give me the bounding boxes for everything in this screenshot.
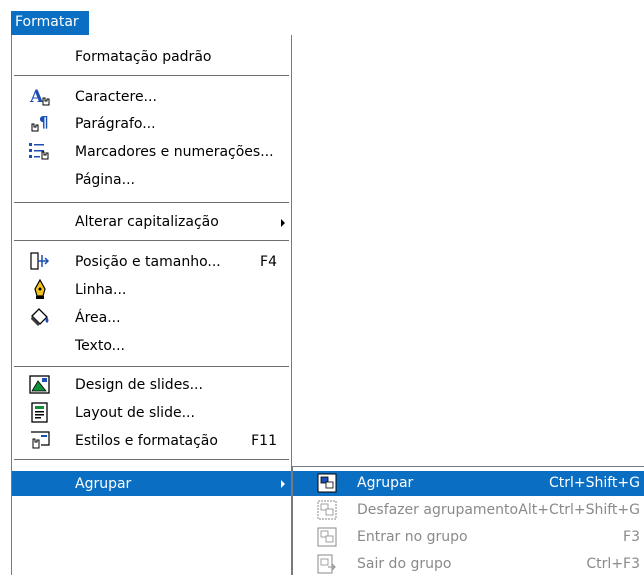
menu-format-label: Formatar <box>15 14 79 30</box>
submenu-item-shortcut: Alt+Ctrl+Shift+G <box>518 502 640 518</box>
menu-item-label: Marcadores e numerações... <box>75 144 274 160</box>
menu-item-label: Posição e tamanho... <box>75 254 221 270</box>
submenu-item-enter-group[interactable]: Entrar no grupo F3 <box>293 525 644 550</box>
menu-item-label: Linha... <box>75 282 127 298</box>
group-icon <box>317 473 337 493</box>
submenu-item-label: Agrupar <box>357 475 414 491</box>
submenu-item-label: Entrar no grupo <box>357 529 468 545</box>
menu-item-default-formatting[interactable]: Formatação padrão <box>12 45 291 69</box>
styles-formatting-icon <box>28 429 52 453</box>
menu-separator <box>14 75 289 76</box>
exit-group-icon <box>317 554 337 574</box>
submenu-arrow-icon <box>281 219 285 227</box>
menu-format[interactable]: Formatar <box>11 11 89 35</box>
format-menu: Formatação padrão A Caractere... ¶ Parág… <box>11 35 292 575</box>
menu-item-label: Design de slides... <box>75 377 203 393</box>
menu-item-label: Formatação padrão <box>75 49 212 65</box>
menu-item-label: Estilos e formatação <box>75 433 218 449</box>
submenu-item-exit-group[interactable]: Sair do grupo Ctrl+F3 <box>293 552 644 575</box>
menu-item-area[interactable]: Área... <box>12 306 291 330</box>
menu-separator <box>14 366 289 367</box>
menu-item-label: Caractere... <box>75 89 157 105</box>
group-submenu: Agrupar Ctrl+Shift+G Desfazer agrupament… <box>292 466 644 575</box>
menu-item-change-case[interactable]: Alterar capitalização <box>12 210 291 234</box>
menu-item-page[interactable]: Página... <box>12 168 291 192</box>
svg-text:A: A <box>29 87 44 107</box>
submenu-item-ungroup[interactable]: Desfazer agrupamento Alt+Ctrl+Shift+G <box>293 498 644 523</box>
submenu-item-shortcut: Ctrl+F3 <box>586 556 640 572</box>
submenu-item-label: Sair do grupo <box>357 556 452 572</box>
svg-text:¶: ¶ <box>39 113 49 131</box>
menu-item-label: Página... <box>75 172 135 188</box>
menu-item-slide-design[interactable]: Design de slides... <box>12 373 291 397</box>
menu-item-shortcut: F11 <box>251 433 277 449</box>
menu-item-shortcut: F4 <box>260 254 277 270</box>
menu-separator <box>14 459 289 460</box>
slide-design-icon <box>28 373 52 397</box>
submenu-arrow-icon <box>281 480 285 488</box>
character-icon: A <box>28 85 52 109</box>
menu-item-position-size[interactable]: Posição e tamanho... F4 <box>12 250 291 274</box>
position-size-icon <box>28 250 52 274</box>
menu-item-label: Parágrafo... <box>75 116 156 132</box>
submenu-item-label: Desfazer agrupamento <box>357 502 519 518</box>
menu-item-line[interactable]: Linha... <box>12 278 291 302</box>
ungroup-icon <box>317 500 337 520</box>
enter-group-icon <box>317 527 337 547</box>
menu-separator <box>14 240 289 241</box>
menu-item-text[interactable]: Texto... <box>12 334 291 358</box>
submenu-item-shortcut: Ctrl+Shift+G <box>548 475 640 491</box>
paragraph-icon: ¶ <box>28 112 52 136</box>
slide-layout-icon <box>28 401 52 425</box>
menu-item-label: Alterar capitalização <box>75 214 219 230</box>
menu-item-bullets-numbering[interactable]: Marcadores e numerações... <box>12 140 291 164</box>
submenu-item-group[interactable]: Agrupar Ctrl+Shift+G <box>293 471 644 496</box>
submenu-item-shortcut: F3 <box>623 529 640 545</box>
menu-item-paragraph[interactable]: ¶ Parágrafo... <box>12 112 291 136</box>
menu-item-styles-formatting[interactable]: Estilos e formatação F11 <box>12 429 291 453</box>
area-icon <box>28 306 52 330</box>
menu-item-label: Texto... <box>75 338 125 354</box>
menu-item-character[interactable]: A Caractere... <box>12 85 291 109</box>
bullets-numbering-icon <box>28 140 52 164</box>
menu-item-slide-layout[interactable]: Layout de slide... <box>12 401 291 425</box>
line-icon <box>28 278 52 302</box>
menu-item-group[interactable]: Agrupar <box>12 471 291 496</box>
menu-item-label: Agrupar <box>75 476 132 492</box>
menu-item-label: Layout de slide... <box>75 405 195 421</box>
menu-separator <box>14 202 289 203</box>
menu-item-label: Área... <box>75 310 121 326</box>
